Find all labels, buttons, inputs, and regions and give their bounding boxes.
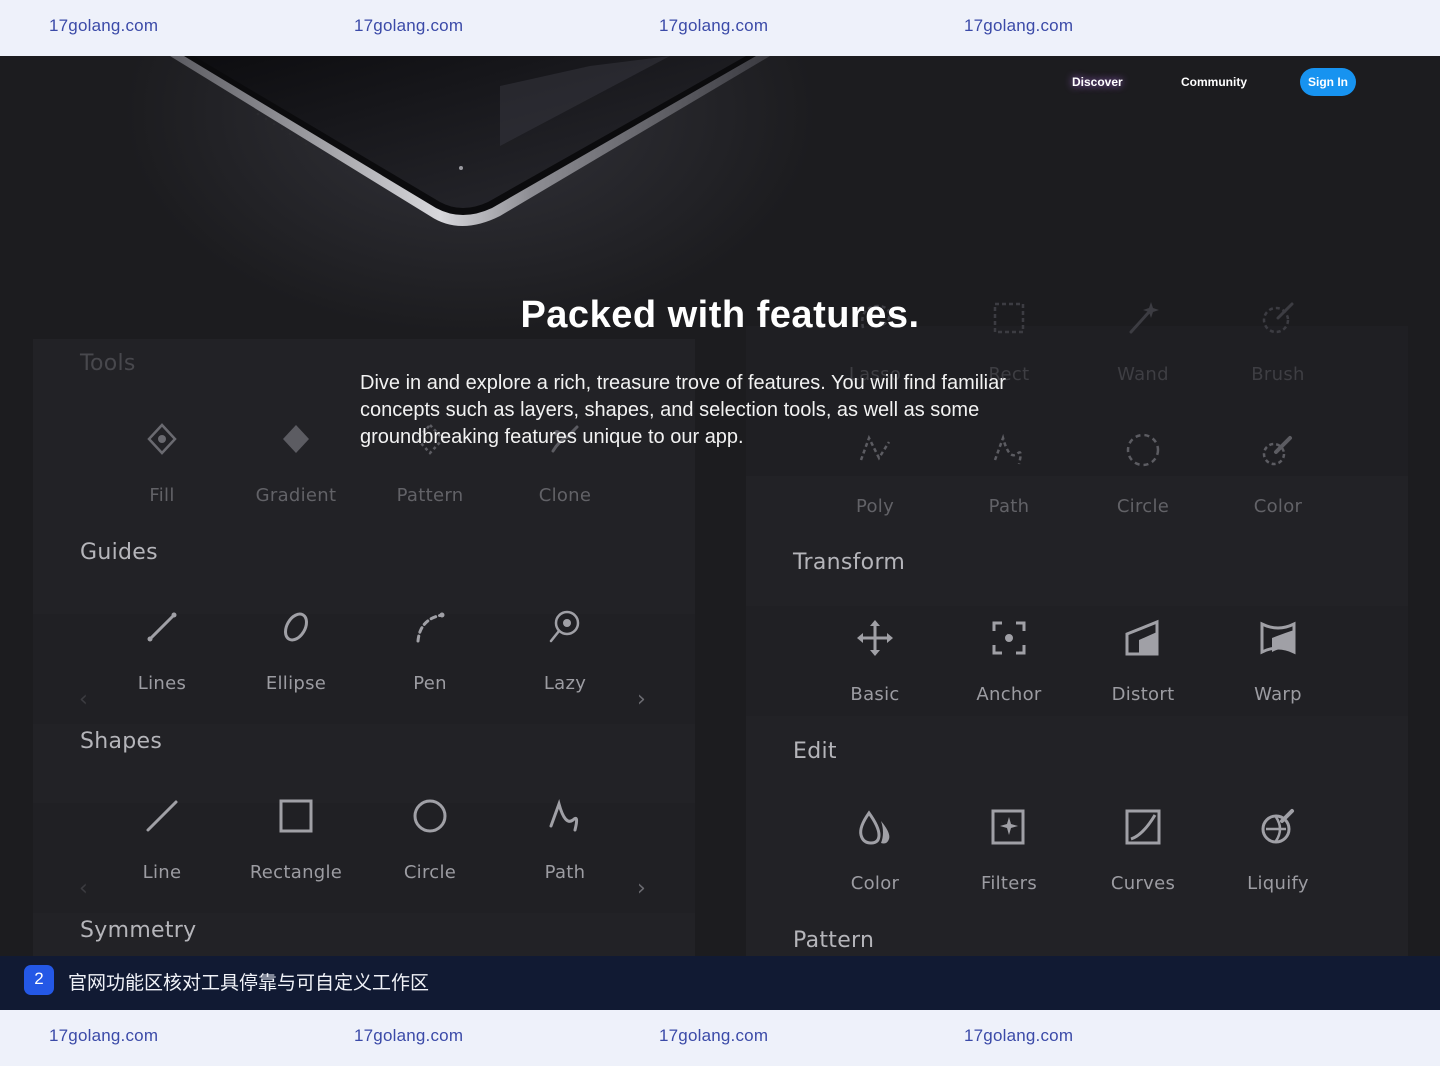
edit-curves[interactable]: Curves — [1078, 807, 1208, 894]
tablet-device-image — [170, 56, 770, 226]
watermark-text: 17golang.com — [49, 16, 159, 35]
shapes-next-arrow[interactable]: › — [637, 876, 646, 901]
guide-ellipse[interactable]: Ellipse — [231, 607, 361, 694]
tool-label: Circle — [1116, 496, 1170, 517]
guide-lines[interactable]: Lines — [97, 607, 227, 694]
guides-next-arrow[interactable]: › — [637, 687, 646, 712]
tool-label: Line — [142, 862, 182, 883]
transform-warp[interactable]: Warp — [1213, 618, 1343, 705]
fill-icon — [147, 423, 177, 455]
tool-gradient[interactable]: Gradient — [231, 419, 361, 506]
color-drops-icon — [859, 810, 890, 845]
watermark-text: 17golang.com — [354, 1026, 464, 1045]
tool-label: Basic — [850, 684, 900, 705]
distort-icon — [1125, 619, 1159, 656]
caption-bar: 2 官网功能区核对工具停靠与可自定义工作区 — [0, 956, 1440, 1010]
nav-link-discover[interactable]: Discover — [1072, 68, 1123, 96]
shape-rectangle[interactable]: Rectangle — [231, 796, 361, 883]
tool-label: Path — [988, 496, 1030, 517]
color-select-icon — [1262, 436, 1292, 466]
transform-basic[interactable]: Basic — [810, 618, 940, 705]
tool-fill[interactable]: Fill — [97, 419, 227, 506]
path-icon — [549, 799, 579, 832]
move-arrows-icon — [857, 620, 893, 656]
transform-distort[interactable]: Distort — [1078, 618, 1208, 705]
pen-curve-icon — [416, 612, 445, 643]
guide-lazy[interactable]: Lazy — [500, 607, 630, 694]
tool-label: Filters — [980, 873, 1038, 894]
tool-label: Brush — [1251, 364, 1305, 385]
edit-color[interactable]: Color — [810, 807, 940, 894]
watermark-text: 17golang.com — [49, 1026, 159, 1045]
tool-label: Circle — [403, 862, 457, 883]
watermark-text: 17golang.com — [354, 16, 464, 35]
anchor-icon — [992, 621, 1026, 655]
tool-label: Poly — [855, 496, 895, 517]
shape-path[interactable]: Path — [500, 796, 630, 883]
nav-link-community[interactable]: Community — [1181, 68, 1247, 96]
tool-label: Warp — [1254, 684, 1302, 705]
tool-label: Lazy — [543, 673, 587, 694]
transform-anchor[interactable]: Anchor — [944, 618, 1074, 705]
tool-label: Ellipse — [265, 673, 327, 694]
section-title-tools: Tools — [80, 351, 136, 376]
gradient-icon — [283, 425, 309, 453]
lazy-icon — [549, 610, 580, 643]
rectangle-icon — [279, 799, 313, 833]
filters-icon — [991, 809, 1025, 845]
watermark-text: 17golang.com — [964, 16, 1074, 35]
tool-label: Path — [544, 862, 586, 883]
select-color[interactable]: Color — [1213, 430, 1343, 517]
sign-in-button[interactable]: Sign In — [1300, 68, 1356, 96]
tool-label: Distort — [1111, 684, 1175, 705]
shapes-prev-arrow[interactable]: ‹ — [79, 876, 88, 901]
tool-label: Fill — [149, 485, 175, 506]
curves-icon — [1125, 809, 1161, 845]
tool-label: Wand — [1117, 364, 1169, 385]
tool-label: Rectangle — [249, 862, 343, 883]
ellipse-icon — [284, 612, 308, 642]
edit-liquify[interactable]: Liquify — [1213, 807, 1343, 894]
lines-icon — [147, 612, 177, 642]
guides-prev-arrow[interactable]: ‹ — [79, 687, 88, 712]
tool-label: Curves — [1110, 873, 1176, 894]
watermark-bar-top: 17golang.com 17golang.com 17golang.com 1… — [0, 0, 1440, 56]
tool-label: Color — [1253, 496, 1303, 517]
tool-label: Color — [850, 873, 900, 894]
watermark-text: 17golang.com — [659, 16, 769, 35]
hero-headline: Packed with features. — [520, 294, 920, 336]
watermark-bar-bottom: 17golang.com 17golang.com 17golang.com 1… — [0, 1010, 1440, 1066]
section-title-guides: Guides — [80, 540, 158, 565]
circle-icon — [413, 799, 447, 833]
select-circle[interactable]: Circle — [1078, 430, 1208, 517]
hero-section: Discover Community Sign In Tools Fill Gr… — [0, 56, 1440, 956]
tool-label: Lines — [137, 673, 187, 694]
shape-line[interactable]: Line — [97, 796, 227, 883]
line-icon — [146, 800, 178, 832]
step-number-badge: 2 — [24, 965, 54, 995]
section-title-pattern: Pattern — [793, 928, 875, 953]
section-title-transform: Transform — [793, 550, 906, 575]
caption-text: 官网功能区核对工具停靠与可自定义工作区 — [68, 972, 430, 994]
tool-label: Pattern — [396, 485, 464, 506]
tool-label: Gradient — [255, 485, 337, 506]
tool-label: Liquify — [1247, 873, 1309, 894]
circle-select-icon — [1126, 433, 1160, 467]
tool-label: Clone — [538, 485, 592, 506]
section-title-edit: Edit — [793, 739, 837, 764]
tool-label: Anchor — [976, 684, 1042, 705]
shape-circle[interactable]: Circle — [365, 796, 495, 883]
tool-label: Pen — [413, 673, 447, 694]
hero-description: Dive in and explore a rich, treasure tro… — [360, 372, 1006, 448]
edit-filters[interactable]: Filters — [944, 807, 1074, 894]
watermark-text: 17golang.com — [659, 1026, 769, 1045]
warp-icon — [1260, 621, 1296, 655]
liquify-icon — [1261, 809, 1294, 844]
watermark-text: 17golang.com — [964, 1026, 1074, 1045]
section-title-symmetry: Symmetry — [80, 918, 197, 943]
guide-pen[interactable]: Pen — [365, 607, 495, 694]
section-title-shapes: Shapes — [80, 729, 163, 754]
